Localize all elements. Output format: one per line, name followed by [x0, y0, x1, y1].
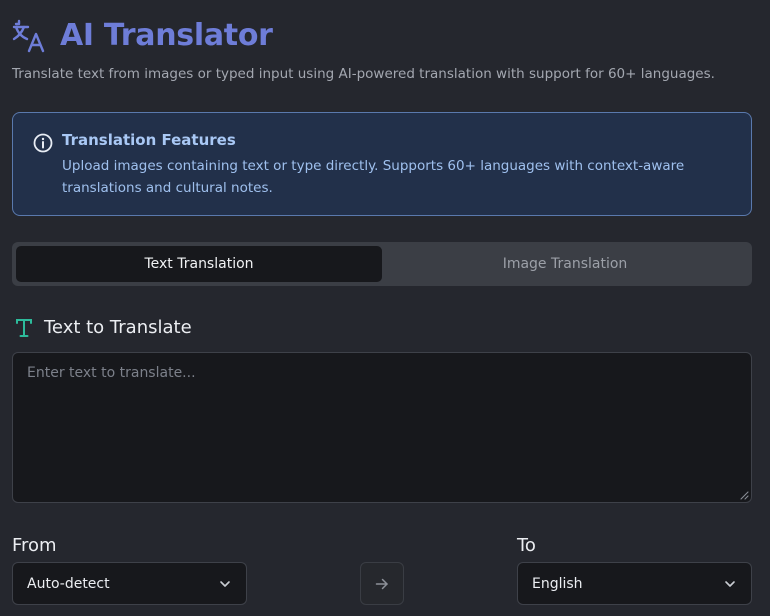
info-banner-text: Upload images containing text or type di… — [62, 158, 685, 196]
swap-languages-button[interactable] — [360, 562, 404, 605]
to-label: To — [517, 535, 536, 556]
to-language-select[interactable]: English — [517, 562, 752, 605]
from-label: From — [12, 535, 57, 556]
to-language-value: English — [532, 575, 583, 592]
info-icon — [33, 133, 53, 153]
info-banner: Translation Features Upload images conta… — [12, 112, 752, 216]
resize-grip-icon[interactable] — [740, 491, 749, 500]
page-title: AI Translator — [60, 18, 273, 53]
from-language-value: Auto-detect — [27, 575, 110, 592]
tab-image-translation[interactable]: Image Translation — [382, 246, 748, 282]
chevron-down-icon — [220, 580, 230, 587]
tab-text-translation[interactable]: Text Translation — [16, 246, 382, 282]
from-language-select[interactable]: Auto-detect — [12, 562, 247, 605]
arrow-right-icon — [375, 578, 388, 589]
translator-page: AI Translator Translate text from images… — [0, 0, 770, 616]
info-banner-title: Translation Features — [62, 131, 236, 149]
page-header: AI Translator — [12, 18, 273, 54]
text-to-translate-input[interactable] — [12, 352, 752, 503]
translate-icon — [12, 19, 45, 53]
type-icon — [16, 319, 32, 337]
text-input-label: Text to Translate — [44, 317, 192, 338]
translation-mode-tabs: Text Translation Image Translation — [12, 242, 752, 286]
chevron-down-icon — [725, 580, 735, 587]
page-subtitle: Translate text from images or typed inpu… — [12, 66, 715, 82]
text-input-section-header: Text to Translate — [14, 316, 192, 340]
